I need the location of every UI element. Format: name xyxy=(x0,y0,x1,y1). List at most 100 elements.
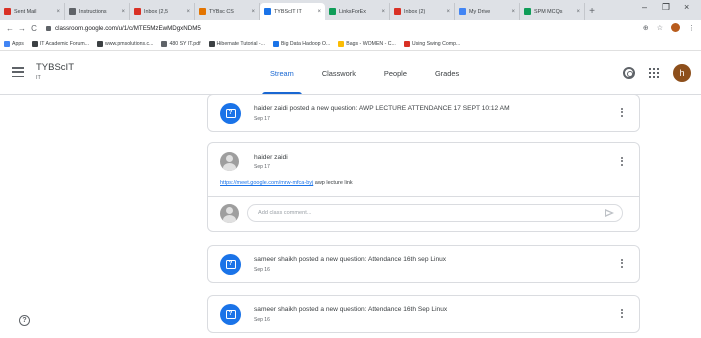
tab-favicon-icon xyxy=(4,8,11,15)
post-body: https://meet.google.com/mrw-mfca-byj awp… xyxy=(220,180,353,186)
tab-close-icon[interactable]: × xyxy=(317,9,321,15)
bookmark-icon xyxy=(403,40,410,47)
bookmark-item[interactable]: 480 SY IT.pdf xyxy=(161,40,201,47)
url-text: classroom.google.com/u/1/c/MTE5MzEwMDgxN… xyxy=(55,25,201,32)
card-date: Sep 16 xyxy=(254,267,270,273)
tab-close-icon[interactable]: × xyxy=(381,9,385,15)
tab-close-icon[interactable]: × xyxy=(121,9,125,15)
class-name[interactable]: TYBScIT xyxy=(36,62,74,73)
new-tab-button[interactable]: + xyxy=(585,3,599,20)
bookmark-item[interactable]: Apps xyxy=(4,40,24,47)
card-title: haider zaidi posted a new question: AWP … xyxy=(254,105,510,112)
bookmark-icon xyxy=(272,40,279,47)
tab-label: TYBsc CS xyxy=(209,8,234,15)
user-avatar xyxy=(220,152,239,171)
meet-link[interactable]: https://meet.google.com/mrw-mfca-byj xyxy=(220,180,313,186)
tab-classwork[interactable]: Classwork xyxy=(308,51,370,95)
commenter-avatar xyxy=(220,204,239,223)
bookmark-icon xyxy=(161,40,168,47)
tab-close-icon[interactable]: × xyxy=(511,9,515,15)
stream-card-post: haider zaidi Sep 17 https://meet.google.… xyxy=(207,142,640,232)
browser-tab[interactable]: Sent Mail × xyxy=(0,3,65,20)
menu-icon[interactable] xyxy=(12,67,24,77)
maximize-icon[interactable]: ❐ xyxy=(662,2,670,13)
post-date: Sep 17 xyxy=(254,164,270,170)
classroom-header: TYBScIT IT Stream Classwork People Grade… xyxy=(0,51,701,95)
tab-stream[interactable]: Stream xyxy=(256,51,308,95)
tab-favicon-icon xyxy=(134,8,141,15)
question-icon: ? xyxy=(220,103,241,124)
url-field[interactable]: classroom.google.com/u/1/c/MTE5MzEwMDgxN… xyxy=(46,25,201,32)
browser-tab[interactable]: Inbox (2,5 × xyxy=(130,3,195,20)
card-date: Sep 17 xyxy=(254,116,270,122)
bookmark-icon xyxy=(97,40,104,47)
question-icon: ? xyxy=(220,304,241,325)
bookmark-label: www.pmsolutions.c... xyxy=(105,40,154,47)
browser-tab[interactable]: Inbox (2) × xyxy=(390,3,455,20)
more-options-icon[interactable] xyxy=(621,157,623,166)
stream-card-question[interactable]: ? sameer shaikh posted a new question: A… xyxy=(207,295,640,333)
tab-close-icon[interactable]: × xyxy=(56,9,60,15)
bookmark-item[interactable]: IT Academic Forum... xyxy=(31,40,90,47)
back-icon[interactable]: ← xyxy=(4,24,16,33)
more-options-icon[interactable] xyxy=(621,309,623,318)
browser-menu-icon[interactable]: ⋮ xyxy=(688,24,695,32)
reload-icon[interactable]: C xyxy=(28,24,40,33)
bookmark-item[interactable]: www.pmsolutions.c... xyxy=(97,40,154,47)
bookmark-label: Hibernate Tutorial -... xyxy=(216,40,265,47)
settings-icon[interactable] xyxy=(623,67,635,79)
window-close-icon[interactable]: × xyxy=(684,2,689,12)
zoom-icon[interactable]: ⊕ xyxy=(643,24,649,32)
tab-close-icon[interactable]: × xyxy=(251,9,255,15)
tab-close-icon[interactable]: × xyxy=(576,9,580,15)
tab-grades[interactable]: Grades xyxy=(421,51,473,95)
tab-label: My Drive xyxy=(469,8,491,15)
account-avatar[interactable]: h xyxy=(673,64,691,82)
bookmark-label: Using Swing Comp... xyxy=(411,40,461,47)
browser-tab-strip: Sent Mail × Instructions × Inbox (2,5 × TYBsc … xyxy=(0,0,701,20)
bookmark-label: 480 SY IT.pdf xyxy=(169,40,201,47)
browser-tab[interactable]: LinksForEx × xyxy=(325,3,390,20)
bookmark-icon xyxy=(4,40,10,47)
stream-card-question[interactable]: ? sameer shaikh posted a new question: A… xyxy=(207,245,640,283)
bookmark-label: IT Academic Forum... xyxy=(39,40,90,47)
forward-icon[interactable]: → xyxy=(16,24,28,33)
post-text: awp lecture link xyxy=(314,180,353,186)
card-title: sameer shaikh posted a new question: Att… xyxy=(254,256,447,263)
stream-card-question[interactable]: ? haider zaidi posted a new question: AW… xyxy=(207,94,640,132)
more-options-icon[interactable] xyxy=(621,108,623,117)
tab-label: LinksForEx xyxy=(339,8,366,15)
address-bar: ← → C classroom.google.com/u/1/c/MTE5MzE… xyxy=(0,20,701,37)
send-icon[interactable] xyxy=(605,209,614,217)
tab-people[interactable]: People xyxy=(370,51,421,95)
tab-label: Sent Mail xyxy=(14,8,37,15)
class-comment-input[interactable]: Add class comment... xyxy=(247,204,623,222)
profile-icon[interactable] xyxy=(671,23,680,32)
lock-icon xyxy=(46,26,51,31)
more-options-icon[interactable] xyxy=(621,259,623,268)
help-icon[interactable]: ? xyxy=(19,315,30,326)
tab-close-icon[interactable]: × xyxy=(446,9,450,15)
tab-favicon-icon xyxy=(199,8,206,15)
bookmark-icon xyxy=(208,40,215,47)
bookmark-icon xyxy=(31,40,38,47)
browser-tab[interactable]: Instructions × xyxy=(65,3,130,20)
tab-close-icon[interactable]: × xyxy=(186,9,190,15)
bookmark-item[interactable]: Bags - WOMEN - C... xyxy=(338,40,396,47)
bookmark-item[interactable]: Big Data Hadoop O... xyxy=(272,40,331,47)
bookmark-label: Bags - WOMEN - C... xyxy=(346,40,396,47)
bookmark-icon xyxy=(338,40,345,47)
browser-tab[interactable]: My Drive × xyxy=(455,3,520,20)
tab-favicon-icon xyxy=(264,8,271,15)
bookmark-label: Big Data Hadoop O... xyxy=(280,40,331,47)
browser-tab[interactable]: TYBScIT IT × xyxy=(260,3,325,20)
bookmark-item[interactable]: Using Swing Comp... xyxy=(403,40,461,47)
google-apps-icon[interactable] xyxy=(649,68,659,78)
star-icon[interactable]: ☆ xyxy=(657,24,663,32)
tab-label: Instructions xyxy=(79,8,107,15)
browser-tab[interactable]: TYBsc CS × xyxy=(195,3,260,20)
minimize-icon[interactable]: – xyxy=(642,2,647,12)
tab-label: TYBScIT IT xyxy=(274,8,302,15)
bookmark-item[interactable]: Hibernate Tutorial -... xyxy=(208,40,265,47)
browser-tab[interactable]: SPM MCQs × xyxy=(520,3,585,20)
